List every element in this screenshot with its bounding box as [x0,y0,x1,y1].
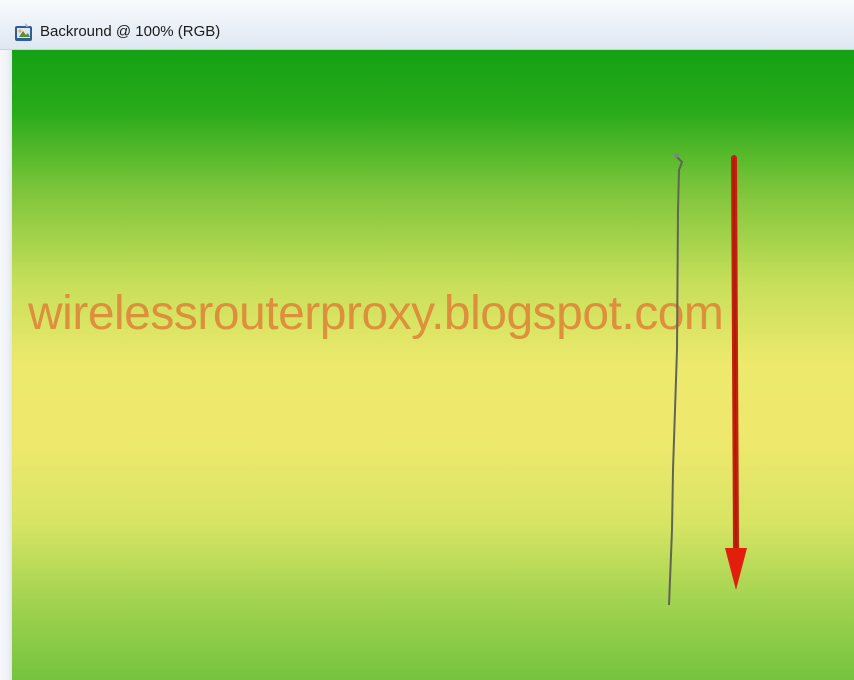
document-title: Backround @ 100% (RGB) [40,23,221,40]
image-canvas[interactable]: wirelessrouterproxy.blogspot.com [12,50,854,680]
document-title-bar[interactable]: Backround @ 100% (RGB) [0,0,854,50]
down-arrow-icon [725,155,747,590]
photoshop-document-icon [15,23,32,41]
document-window: Backround @ 100% (RGB) wirelessrouterpro… [0,0,854,680]
window-left-frame [0,0,12,680]
